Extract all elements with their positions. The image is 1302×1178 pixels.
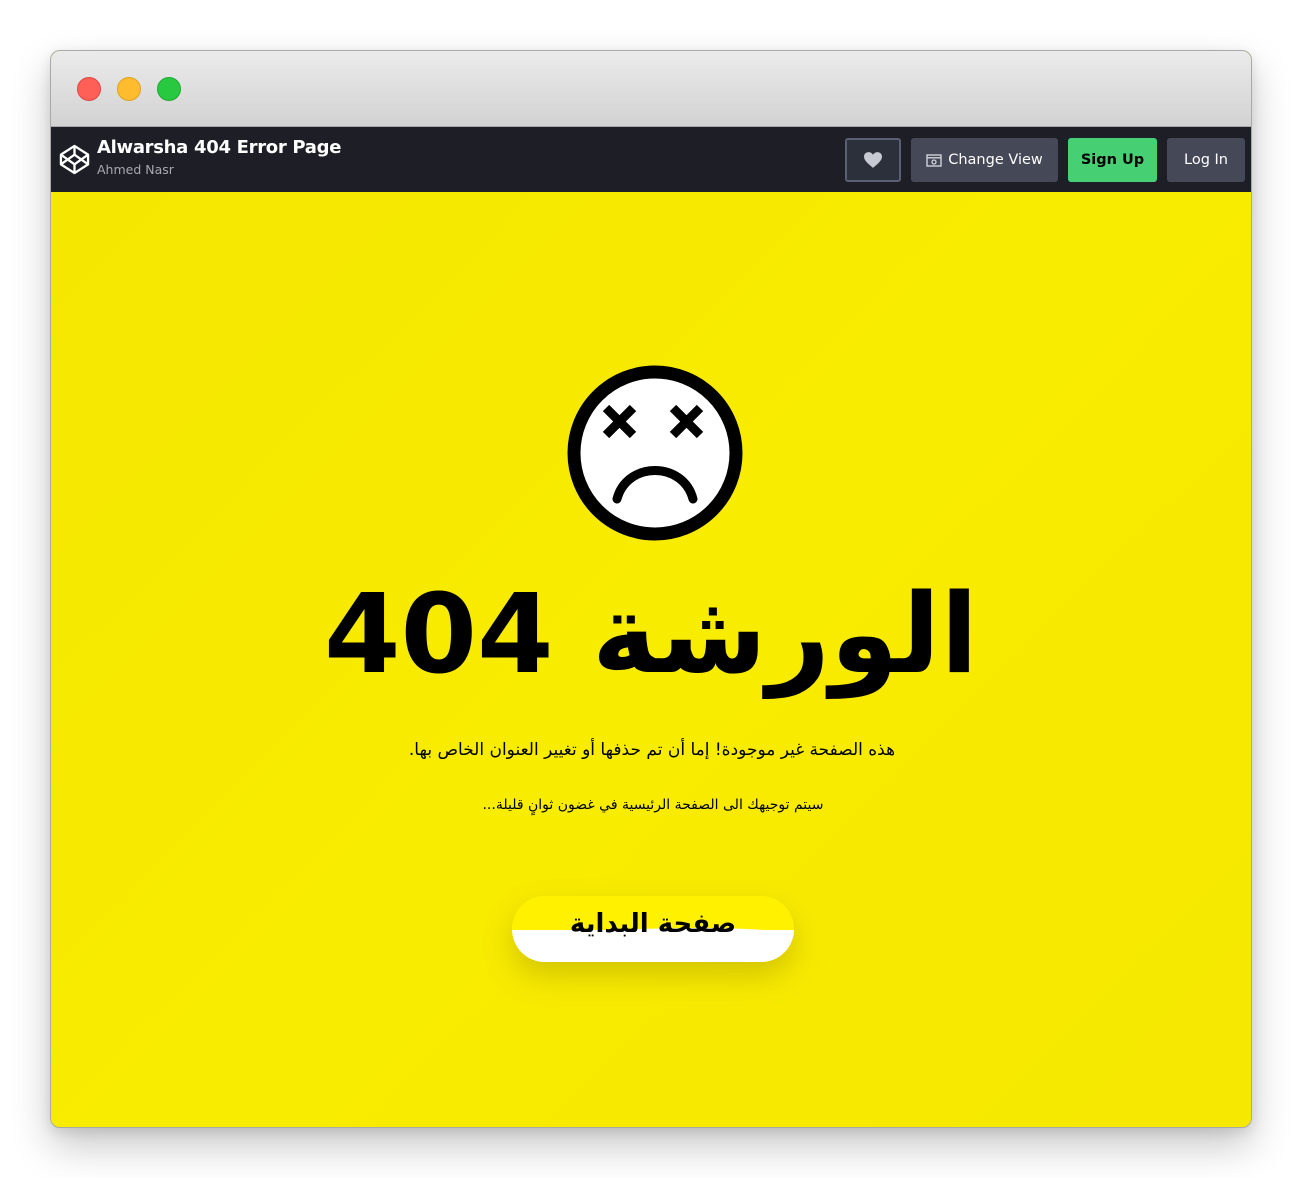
log-in-button[interactable]: Log In [1167,138,1245,182]
minimize-window-button[interactable] [117,77,141,101]
error-message: هذه الصفحة غير موجودة! إما أن تم حذفها أ… [408,740,896,760]
page-content: الورشة 404 هذه الصفحة غير موجودة! إما أن… [51,192,1251,1127]
redirect-note: سيتم توجيهك الى الصفحة الرئيسية في غضون … [482,797,824,813]
pen-author[interactable]: Ahmed Nasr [97,162,174,177]
heart-button[interactable] [845,138,901,182]
window-titlebar [51,51,1251,127]
layout-view-icon [926,153,942,167]
heart-icon [864,152,882,168]
maximize-window-button[interactable] [157,77,181,101]
browser-window: Alwarsha 404 Error Page Ahmed Nasr Chang… [50,50,1252,1128]
home-button-label: صفحة البداية [569,909,737,939]
page-headline: الورشة 404 [323,570,979,698]
codepen-logo-icon[interactable] [59,144,90,175]
close-window-button[interactable] [77,77,101,101]
codepen-navbar: Alwarsha 404 Error Page Ahmed Nasr Chang… [51,127,1251,192]
change-view-button[interactable]: Change View [911,138,1058,182]
sign-up-button[interactable]: Sign Up [1068,138,1157,182]
dizzy-sad-face-icon [567,365,743,541]
pen-title[interactable]: Alwarsha 404 Error Page [97,137,341,158]
change-view-label: Change View [948,152,1043,168]
home-page-button[interactable]: صفحة البداية [512,896,794,962]
